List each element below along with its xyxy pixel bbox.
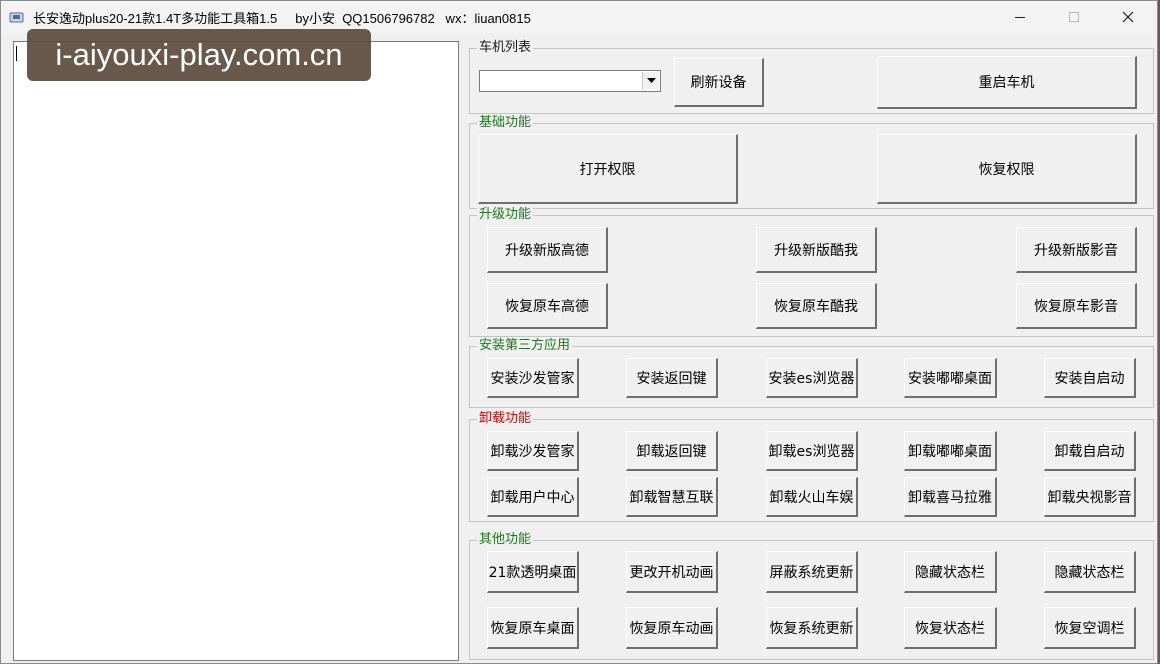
restore-amap-button[interactable]: 恢复原车高德	[487, 283, 608, 329]
app-icon	[9, 9, 24, 23]
restore-media-button[interactable]: 恢复原车影音	[1016, 283, 1137, 329]
refresh-devices-button[interactable]: 刷新设备	[674, 58, 764, 107]
install-back-key-button[interactable]: 安装返回键	[626, 358, 718, 398]
close-button[interactable]	[1105, 1, 1151, 33]
minimize-button[interactable]	[997, 1, 1043, 33]
uninstall-ximalaya-button[interactable]: 卸载喜马拉雅	[904, 477, 997, 517]
maximize-button[interactable]	[1051, 1, 1097, 33]
uninstall-dudu-desktop-button[interactable]: 卸载嘟嘟桌面	[904, 431, 997, 471]
uninstall-user-center-button[interactable]: 卸载用户中心	[487, 477, 579, 517]
upgrade-amap-button[interactable]: 升级新版高德	[487, 227, 608, 273]
uninstall-volcano-button[interactable]: 卸载火山车娱	[766, 477, 858, 517]
restore-permission-button[interactable]: 恢复权限	[877, 134, 1137, 204]
install-es-browser-button[interactable]: 安装es浏览器	[766, 358, 858, 398]
text-caret	[16, 46, 17, 61]
minimize-icon	[1015, 17, 1025, 18]
restore-boot-animation-button[interactable]: 恢复原车动画	[626, 607, 718, 649]
upgrade-kuwo-button[interactable]: 升级新版酷我	[756, 227, 877, 273]
transparent-desktop-button[interactable]: 21款透明桌面	[487, 551, 579, 593]
install-sofa-button[interactable]: 安装沙发管家	[487, 358, 579, 398]
block-system-update-button[interactable]: 屏蔽系统更新	[766, 551, 858, 593]
restore-desktop-button[interactable]: 恢复原车桌面	[487, 607, 579, 649]
group-title-other: 其他功能	[477, 532, 534, 548]
hide-status-bar-2-button[interactable]: 隐藏状态栏	[1044, 551, 1136, 593]
group-title-car-list: 车机列表	[477, 40, 534, 56]
watermark-overlay: i-aiyouxi-play.com.cn	[27, 29, 371, 81]
hide-status-bar-button[interactable]: 隐藏状态栏	[904, 551, 997, 593]
restore-ac-bar-button[interactable]: 恢复空调栏	[1044, 607, 1136, 649]
upgrade-media-button[interactable]: 升级新版影音	[1016, 227, 1137, 273]
uninstall-back-key-button[interactable]: 卸载返回键	[626, 431, 718, 471]
group-title-upgrade: 升级功能	[477, 207, 534, 223]
change-boot-animation-button[interactable]: 更改开机动画	[626, 551, 718, 593]
uninstall-sofa-button[interactable]: 卸载沙发管家	[487, 431, 579, 471]
uninstall-cctv-button[interactable]: 卸载央视影音	[1044, 477, 1136, 517]
group-title-uninstall: 卸载功能	[477, 411, 534, 427]
group-title-install: 安装第三方应用	[477, 338, 573, 354]
group-title-basic: 基础功能	[477, 115, 534, 131]
close-icon	[1122, 11, 1134, 23]
log-output-area[interactable]	[13, 41, 459, 661]
window-title: 长安逸动plus20-21款1.4T多功能工具箱1.5 by小安 QQ15067…	[33, 11, 531, 26]
restore-status-bar-button[interactable]: 恢复状态栏	[904, 607, 997, 649]
restart-car-button[interactable]: 重启车机	[877, 56, 1137, 109]
chevron-down-icon[interactable]	[642, 72, 659, 90]
restore-kuwo-button[interactable]: 恢复原车酷我	[756, 283, 877, 329]
open-permission-button[interactable]: 打开权限	[478, 134, 738, 204]
uninstall-es-browser-button[interactable]: 卸载es浏览器	[766, 431, 858, 471]
app-window: 长安逸动plus20-21款1.4T多功能工具箱1.5 by小安 QQ15067…	[0, 0, 1158, 664]
uninstall-smart-link-button[interactable]: 卸载智慧互联	[626, 477, 718, 517]
uninstall-autostart-button[interactable]: 卸载自启动	[1044, 431, 1136, 471]
install-dudu-desktop-button[interactable]: 安装嘟嘟桌面	[904, 358, 997, 398]
restore-system-update-button[interactable]: 恢复系统更新	[766, 607, 858, 649]
maximize-icon	[1069, 12, 1079, 22]
install-autostart-button[interactable]: 安装自启动	[1044, 358, 1136, 398]
device-select[interactable]	[479, 70, 661, 92]
